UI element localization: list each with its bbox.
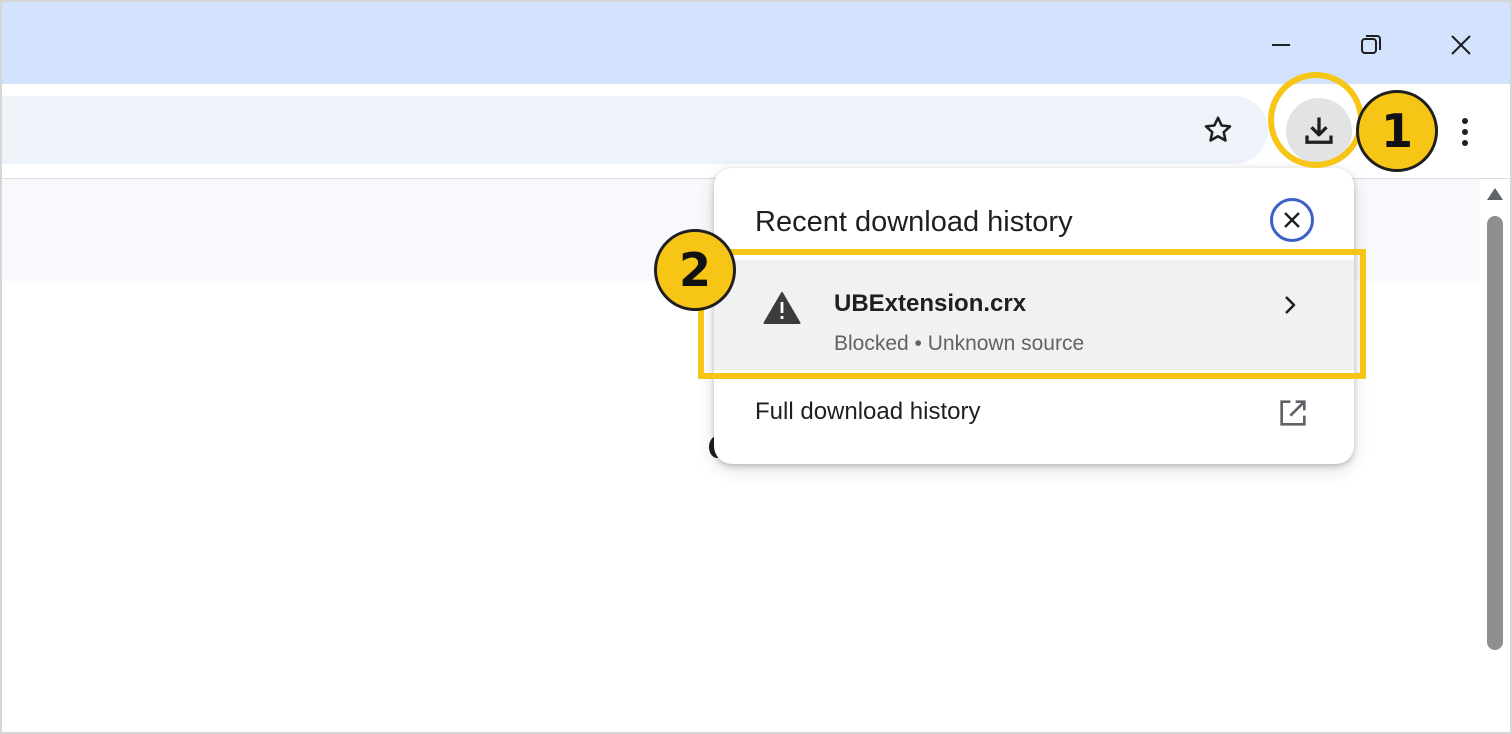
browser-window: Recent download history UBExtension.crx … xyxy=(0,0,1512,734)
downloads-highlight-ring xyxy=(1268,72,1364,168)
full-download-history-label: Full download history xyxy=(755,398,981,425)
minimize-button[interactable] xyxy=(1258,22,1304,68)
download-item-highlight-box xyxy=(698,249,1366,379)
scrollbar-thumb[interactable] xyxy=(1487,216,1503,650)
title-bar xyxy=(2,2,1510,84)
close-window-button[interactable] xyxy=(1438,22,1484,68)
full-download-history-link[interactable]: Full download history xyxy=(714,386,1354,440)
step-marker-2: 2 xyxy=(654,229,736,311)
more-vert-icon xyxy=(1462,118,1468,146)
minimize-icon xyxy=(1272,44,1290,46)
menu-button[interactable] xyxy=(1450,112,1480,152)
bookmark-button[interactable] xyxy=(1198,110,1238,150)
scroll-up-arrow-icon[interactable] xyxy=(1487,188,1503,200)
restore-button[interactable] xyxy=(1348,22,1394,68)
popup-title: Recent download history xyxy=(755,206,1073,238)
close-icon xyxy=(1451,35,1471,55)
restore-icon xyxy=(1361,35,1381,54)
star-icon xyxy=(1204,116,1232,142)
popup-close-button[interactable] xyxy=(1270,198,1314,242)
step-marker-1: 1 xyxy=(1356,90,1438,172)
open-in-new-icon xyxy=(1276,396,1310,430)
address-bar[interactable] xyxy=(2,96,1268,164)
close-circle-icon xyxy=(1284,212,1300,228)
